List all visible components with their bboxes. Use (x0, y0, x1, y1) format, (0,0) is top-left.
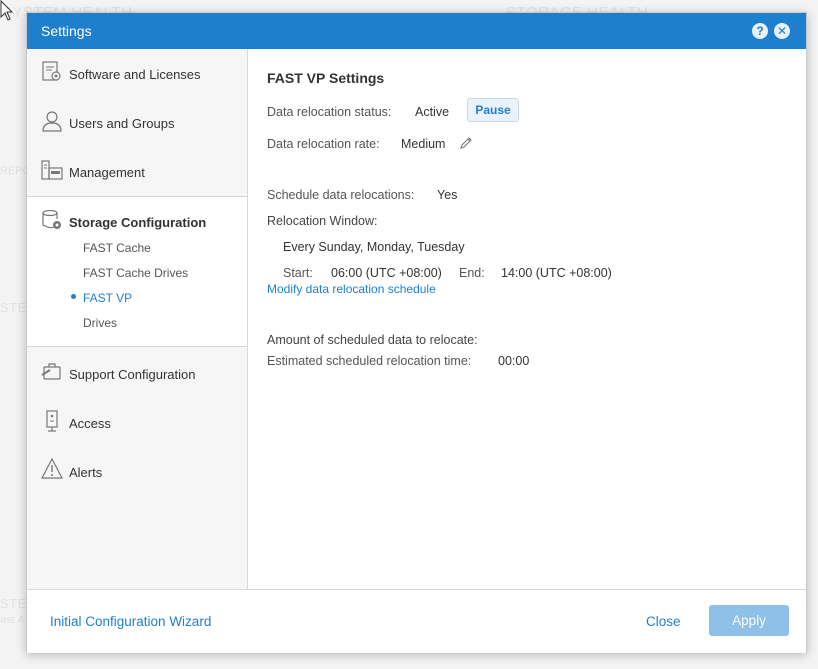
subitem-drives[interactable]: Drives (83, 316, 117, 330)
modify-schedule-link[interactable]: Modify data relocation schedule (267, 282, 436, 296)
start-value: 06:00 (UTC +08:00) (331, 266, 442, 280)
dialog-title: Settings (41, 23, 92, 39)
sidebar-item-label: Access (69, 416, 111, 431)
management-icon (41, 160, 63, 180)
close-button[interactable]: Close (646, 614, 681, 629)
settings-dialog: Settings ? ✕ Software and Licenses Users… (26, 12, 807, 653)
pause-button[interactable]: Pause (467, 98, 519, 122)
settings-sidebar: Software and Licenses Users and Groups M… (27, 49, 248, 589)
estimated-time-label: Estimated scheduled relocation time: (267, 354, 472, 368)
sidebar-item-label: Support Configuration (69, 367, 196, 382)
license-icon (42, 61, 61, 81)
close-icon[interactable]: ✕ (774, 23, 790, 39)
sidebar-item-label: Storage Configuration (69, 215, 207, 230)
alert-triangle-icon (41, 458, 63, 479)
sidebar-item-users-groups[interactable]: Users and Groups (27, 100, 247, 140)
subitem-fast-vp[interactable]: FAST VP (83, 291, 132, 305)
sidebar-divider (27, 346, 247, 347)
support-tools-icon (41, 363, 61, 380)
edit-pencil-icon[interactable] (459, 136, 473, 150)
estimated-time-value: 00:00 (498, 354, 530, 368)
storage-gear-icon (42, 209, 61, 229)
start-label: Start: (283, 266, 313, 280)
fast-vp-settings-panel: FAST VP Settings Data relocation status:… (267, 49, 787, 589)
schedule-label: Schedule data relocations: (267, 188, 415, 202)
sidebar-item-storage-configuration[interactable]: Storage Configuration (27, 199, 247, 239)
storage-configuration-group: Storage Configuration FAST Cache FAST Ca… (27, 197, 247, 347)
initial-configuration-wizard-link[interactable]: Initial Configuration Wizard (50, 614, 211, 629)
dialog-footer: Initial Configuration Wizard Close Apply (27, 589, 806, 653)
relocation-status-value: Active (415, 105, 450, 119)
subitem-fast-cache[interactable]: FAST Cache (83, 241, 151, 255)
relocation-status-label: Data relocation status: (267, 105, 392, 119)
end-value: 14:00 (UTC +08:00) (501, 266, 612, 280)
sidebar-item-support-configuration[interactable]: Support Configuration (27, 351, 247, 391)
schedule-value: Yes (437, 188, 458, 202)
bg-fragment: STE (0, 300, 27, 315)
relocation-window-label: Relocation Window: (267, 214, 378, 228)
sidebar-item-label: Alerts (69, 465, 103, 480)
dialog-titlebar: Settings ? ✕ (27, 13, 806, 49)
access-device-icon (46, 410, 58, 432)
subitem-fast-cache-drives[interactable]: FAST Cache Drives (83, 266, 188, 280)
user-icon (42, 111, 62, 132)
sidebar-item-access[interactable]: Access (27, 400, 247, 440)
relocation-rate-value: Medium (401, 137, 446, 151)
sidebar-item-label: Management (69, 165, 145, 180)
amount-to-relocate-label: Amount of scheduled data to relocate: (267, 333, 478, 347)
page-title: FAST VP Settings (267, 70, 385, 86)
apply-button[interactable]: Apply (709, 605, 789, 636)
bg-fragment: STE (0, 596, 27, 611)
sidebar-item-alerts[interactable]: Alerts (27, 449, 247, 489)
sidebar-item-software-licenses[interactable]: Software and Licenses (27, 51, 247, 91)
relocation-window-days: Every Sunday, Monday, Tuesday (283, 240, 465, 254)
active-bullet (71, 294, 76, 299)
mouse-cursor-icon (0, 0, 14, 21)
sidebar-item-label: Users and Groups (69, 116, 175, 131)
end-label: End: (459, 266, 485, 280)
bg-fragment: ast 4 (0, 614, 24, 626)
help-icon[interactable]: ? (752, 23, 768, 39)
sidebar-item-label: Software and Licenses (69, 67, 201, 82)
relocation-rate-label: Data relocation rate: (267, 137, 380, 151)
sidebar-item-management[interactable]: Management (27, 149, 247, 189)
